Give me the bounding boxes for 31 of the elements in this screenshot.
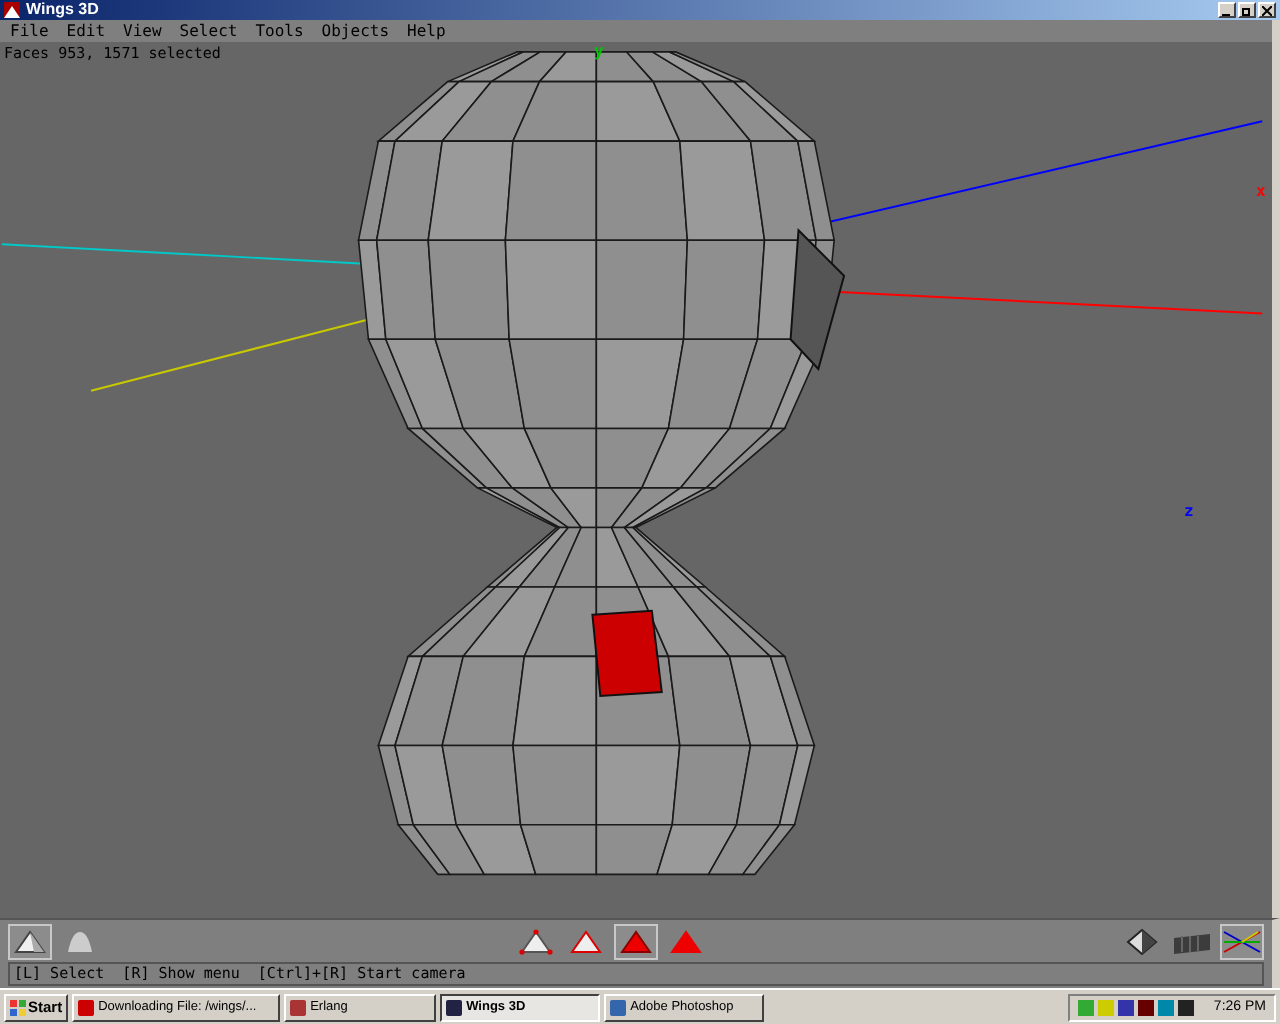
minimize-button[interactable] (1218, 2, 1236, 18)
menu-item[interactable]: Edit (60, 20, 118, 42)
menu-item[interactable]: Objects (315, 20, 402, 42)
window-title: Wings 3D (26, 0, 99, 20)
app-icon (290, 999, 307, 1015)
menu-item[interactable]: Select (173, 20, 250, 42)
body-mode-icon (668, 927, 704, 955)
windows-logo-icon (10, 999, 26, 1015)
select-mode-button[interactable] (614, 923, 658, 959)
axis-label: z (1184, 502, 1194, 520)
close-icon (1262, 5, 1272, 15)
menu-item[interactable]: View (117, 20, 174, 42)
menu-item[interactable]: Tools (249, 20, 316, 42)
restore-button[interactable] (1238, 2, 1256, 18)
axis-label: x (1256, 182, 1266, 200)
app-icon (610, 999, 627, 1015)
app-icon (446, 999, 463, 1015)
app-icon (4, 2, 20, 18)
close-button[interactable] (1258, 2, 1276, 18)
menu-item[interactable]: File (4, 20, 61, 42)
face-mode-icon (618, 927, 654, 955)
display-toggle-button[interactable] (1220, 923, 1264, 959)
menu-item[interactable]: Help (401, 20, 458, 42)
vertex-mode-icon (518, 927, 554, 955)
select-mode-button[interactable] (514, 923, 558, 959)
app-icon (78, 999, 95, 1015)
view-mode-button[interactable] (8, 923, 52, 959)
restore-icon (1242, 5, 1252, 15)
smooth-cone-icon (62, 927, 98, 955)
axes-icon (1222, 927, 1262, 955)
edge-mode-icon (568, 927, 604, 955)
